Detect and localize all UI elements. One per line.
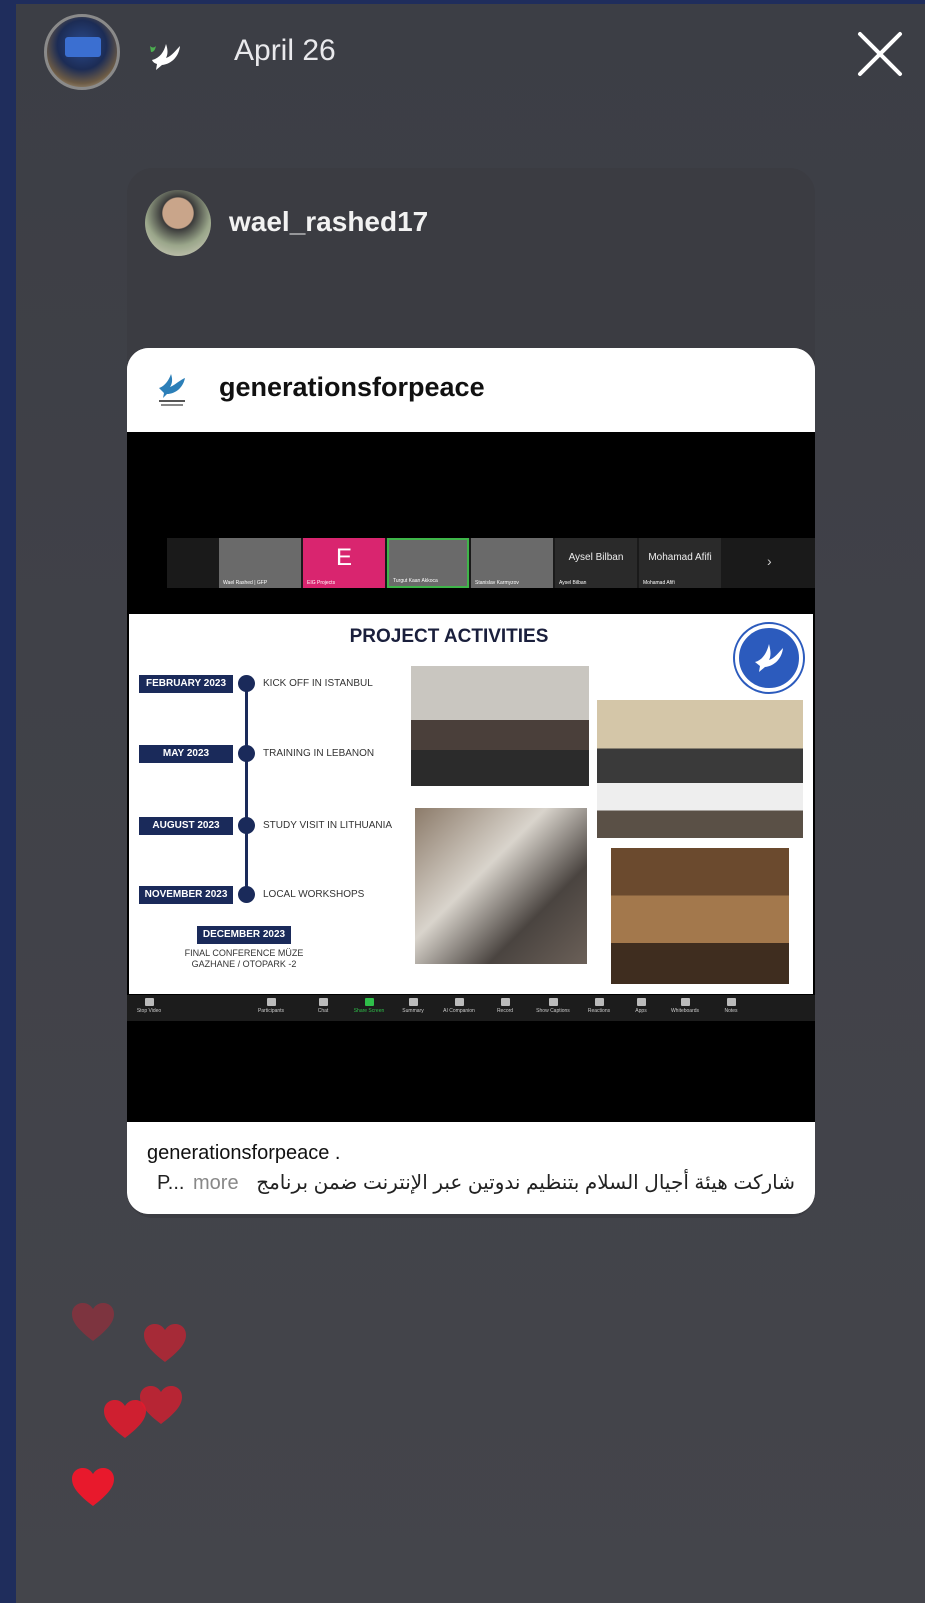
heart-icon [144,1324,186,1362]
story-header: April 26 [16,4,925,104]
username[interactable]: wael_rashed17 [229,206,428,238]
toolbar-label: Apps [635,1008,647,1014]
heart-icon [72,1468,114,1506]
slide-title: PROJECT ACTIVITIES [349,626,549,647]
activity-photo [415,808,587,964]
org-logo-icon [159,374,185,406]
post-header: generationsforpeace [127,348,815,432]
toolbar-item: Record [483,998,527,1014]
toolbar-label: Summary [402,1008,424,1014]
toolbar-label: AI Companion [443,1008,475,1014]
participant-name: Turgut Kaan Akkoca [393,578,438,584]
caption-ellipsis: P... [157,1172,185,1194]
post-account-name[interactable]: generationsforpeace [219,372,485,403]
heart-icon [72,1303,114,1341]
timeline-label: KICK OFF IN ISTANBUL [263,678,373,689]
toolbar-label: Reactions [587,1008,611,1014]
caption-text: شاركت هيئة أجيال السلام بتنظيم ندوتين عب… [256,1172,795,1194]
toolbar-item: Summary [391,998,435,1014]
toolbar-item: Stop Video [127,998,171,1014]
timeline-label: TRAINING IN LEBANON [263,748,375,759]
activity-photo [611,848,789,984]
participant-name: Stanislav Karmyzov [475,580,519,586]
timeline-dot [238,817,255,834]
toolbar-label: Whiteboards [670,1008,700,1014]
post-media[interactable]: Wael Rashed | GFP E EIG Projects Turgut … [127,432,815,1122]
post-caption[interactable]: generationsforpeace . شاركت هيئة أجيال ا… [127,1122,815,1214]
timeline-date: FEBRUARY 2023 [139,675,233,693]
participant-name: Aysel Bilban [568,552,624,563]
toolbar-item: Notes [709,998,753,1014]
toolbar-label: Notes [724,1008,738,1014]
participant-tile: Turgut Kaan Akkoca [387,538,469,588]
timeline-dot [238,745,255,762]
story-viewer: April 26 wael_rashed17 generationsforpea… [16,4,925,1603]
shared-post-card[interactable]: wael_rashed17 generationsforpeace Wael R… [127,168,815,1218]
caption-more-link[interactable]: more [193,1172,239,1195]
zoom-toolbar: Stop Video Participants Chat Share Scree… [127,995,815,1021]
timeline-date: NOVEMBER 2023 [139,886,233,904]
toolbar-label: Chat [317,1008,329,1014]
toolbar-item: Participants [249,998,293,1014]
close-icon[interactable] [854,28,906,80]
participant-tile: Aysel Bilban Aysel Bilban [555,538,637,588]
participant-name: EIG Projects [307,580,336,586]
toolbar-item: Whiteboards [663,998,707,1014]
presentation-slide: PROJECT ACTIVITIES FEBRUARY 2023 KICK OF… [129,614,813,994]
shared-post-header: wael_rashed17 [127,168,815,278]
toolbar-label: Show Captions [536,1008,570,1014]
toolbar-item: Apps [619,998,663,1014]
heart-icon [104,1400,146,1438]
timeline-date: MAY 2023 [139,745,233,763]
participant-tile: Mohamad Afifi Mohamad Afifi [639,538,721,588]
timeline-final-label: FINAL CONFERENCE MÜZE GAZHANE / OTOPARK … [184,948,304,969]
participant-name: Mohamad Afifi [648,552,712,563]
toolbar-label: Record [496,1008,514,1014]
embedded-post[interactable]: generationsforpeace Wael Rashed | GFP E … [127,348,815,1214]
slide-logo [735,624,803,692]
chevron-right-icon: › [767,553,772,569]
toolbar-item: Reactions [577,998,621,1014]
activity-photo [411,666,589,786]
toolbar-item: Chat [301,998,345,1014]
toolbar-item: Show Captions [531,998,575,1014]
participant-initial: E [335,544,352,571]
timeline-dot [238,675,255,692]
toolbar-label: Share Screen [353,1008,385,1014]
toolbar-item: Share Screen [347,998,391,1014]
participant-tile: Wael Rashed | GFP [219,538,301,588]
participant-tile: E EIG Projects [303,538,385,588]
toolbar-label: Participants [257,1008,285,1014]
timeline-line [245,682,248,898]
toolbar-label: Stop Video [136,1008,162,1014]
participant-subname: Mohamad Afifi [643,580,675,586]
caption-account[interactable]: generationsforpeace . [147,1142,340,1165]
participant-name: Wael Rashed | GFP [223,580,268,586]
timeline-label: LOCAL WORKSHOPS [263,889,365,900]
dove-icon [150,44,180,70]
dove-icon [755,644,783,672]
user-avatar[interactable] [145,190,211,256]
toolbar-item: AI Companion [437,998,481,1014]
story-date: April 26 [234,34,336,67]
timeline-label: STUDY VISIT IN LITHUANIA [263,820,393,831]
participant-tile: Stanislav Karmyzov [471,538,553,588]
timeline-dot [238,886,255,903]
participant-subname: Aysel Bilban [559,580,587,586]
zoom-participant-strip: Wael Rashed | GFP E EIG Projects Turgut … [167,538,815,588]
timeline-date: AUGUST 2023 [139,817,233,835]
profile-avatar[interactable] [44,14,120,90]
activity-photo [597,700,803,838]
timeline-final-date: DECEMBER 2023 [197,926,291,944]
